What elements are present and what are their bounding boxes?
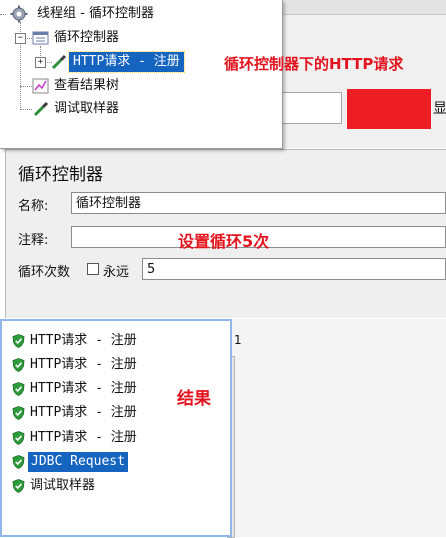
results-graph-icon: [32, 78, 49, 94]
forever-checkbox[interactable]: [87, 263, 99, 275]
background-input[interactable]: [282, 92, 342, 124]
forever-label: 永远: [103, 265, 130, 280]
annotation-set-loop: 设置循环5次: [178, 232, 270, 251]
tree-item-label: 线程组 - 循环控制器: [37, 6, 154, 21]
tree-item-label: 调试取样器: [54, 101, 120, 116]
tree-item-label: HTTP请求 - 注册: [68, 51, 185, 73]
result-item-label: HTTP请求 - 注册: [30, 381, 137, 396]
annotation-result: 结果: [177, 389, 211, 409]
loop-controller-icon: [32, 31, 49, 45]
success-shield-icon: [12, 358, 25, 372]
success-shield-icon: [12, 479, 25, 493]
success-shield-icon: [12, 455, 25, 469]
result-item-label: JDBC Request: [28, 452, 128, 472]
loop-count-field[interactable]: 5: [142, 258, 446, 280]
result-item-label: HTTP请求 - 注册: [30, 357, 137, 372]
background-partial-text: 显: [433, 101, 446, 117]
background-toolbar: [282, 0, 446, 15]
test-plan-tree: 线程组 - 循环控制器 − 循环控制器 + HTTP请求 - 注册 查看结果树: [0, 0, 283, 149]
sampler-pipette-icon: [33, 101, 49, 117]
name-label: 名称:: [18, 199, 49, 214]
gear-icon: [10, 5, 28, 23]
annotation-http-under-loop: 循环控制器下的HTTP请求: [224, 55, 404, 73]
collapse-toggle-icon[interactable]: −: [15, 33, 26, 44]
tree-item-loop-controller[interactable]: 循环控制器: [30, 28, 230, 48]
result-item-label: 调试取样器: [30, 478, 96, 493]
result-detail-panel: [232, 319, 446, 537]
tree-item-label: 循环控制器: [54, 30, 120, 45]
tree-connector: [20, 86, 32, 87]
expand-toggle-icon[interactable]: +: [35, 57, 46, 68]
loop-count-label: 循环次数: [18, 265, 71, 280]
comment-label: 注释:: [18, 233, 49, 248]
tree-item-label: 查看结果树: [54, 78, 120, 93]
result-item-label: HTTP请求 - 注册: [30, 430, 137, 445]
success-shield-icon: [12, 406, 25, 420]
redaction-mask: [347, 89, 431, 129]
success-shield-icon: [12, 334, 25, 348]
tree-item-view-results-tree[interactable]: 查看结果树: [32, 76, 232, 96]
result-item-label: HTTP请求 - 注册: [30, 333, 137, 348]
tree-item-thread-group[interactable]: 线程组 - 循环控制器: [6, 4, 276, 24]
result-detail-edge-text: 1: [234, 333, 242, 347]
tree-item-http-request[interactable]: HTTP请求 - 注册: [50, 51, 200, 73]
tree-connector: [20, 109, 32, 110]
success-shield-icon: [12, 431, 25, 445]
panel-title: 循环控制器: [18, 165, 103, 185]
sampler-pipette-icon: [51, 54, 67, 70]
name-field[interactable]: 循环控制器: [71, 192, 446, 214]
tree-item-debug-sampler[interactable]: 调试取样器: [32, 99, 232, 119]
success-shield-icon: [12, 382, 25, 396]
result-item-label: HTTP请求 - 注册: [30, 405, 137, 420]
